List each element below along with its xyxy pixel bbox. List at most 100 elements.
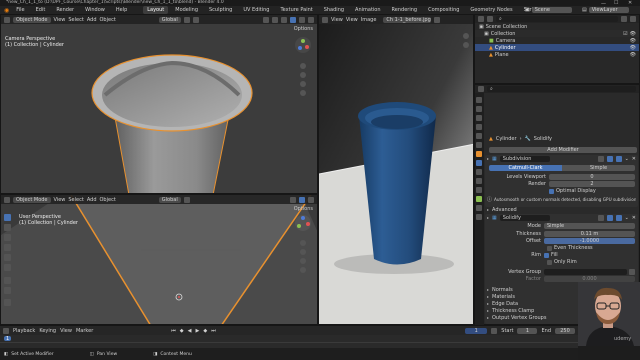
output-vertex-groups-subpanel[interactable]: Output Vertex Groups — [487, 315, 546, 321]
editor-type-icon[interactable] — [478, 16, 484, 22]
fill-checkbox[interactable] — [544, 252, 549, 258]
workspace-tab-shading[interactable]: Shading — [320, 6, 348, 14]
world-tab-icon[interactable] — [476, 142, 482, 148]
pin-icon[interactable] — [434, 16, 441, 23]
jump-start-icon[interactable]: ⏮ — [171, 328, 176, 334]
output-tab-icon[interactable] — [476, 115, 482, 121]
object-tab-icon[interactable] — [476, 151, 482, 157]
image-editor[interactable]: View View Image Ch 1-1_before.jpg — [318, 14, 474, 325]
physics-tab-icon[interactable] — [476, 178, 482, 184]
viewport-toggle-icon[interactable] — [606, 215, 613, 221]
shading-material-icon[interactable] — [299, 16, 305, 23]
data-tab-icon[interactable] — [476, 196, 482, 202]
outliner-row[interactable]: ▣ Scene Collection — [475, 23, 639, 30]
view-layer-tab-icon[interactable] — [476, 124, 482, 130]
modifier-tab-icon[interactable] — [476, 160, 482, 166]
menu-view-2[interactable]: View — [346, 17, 358, 23]
editor-type-icon[interactable] — [478, 86, 484, 92]
display-mode-icon[interactable] — [487, 16, 493, 22]
scale-tool-icon[interactable] — [4, 254, 11, 261]
menu-view[interactable]: View — [331, 17, 343, 23]
menu-add[interactable]: Add — [87, 197, 97, 203]
viewport-bottom-left[interactable]: Object Mode View Select Add Object Globa… — [0, 194, 318, 325]
eye-icon[interactable]: 👁 — [630, 45, 636, 51]
invert-icon[interactable] — [629, 269, 635, 275]
overlay-icon[interactable] — [272, 16, 278, 23]
mode-dropdown[interactable]: Object Mode — [13, 196, 51, 203]
editmode-toggle-icon[interactable] — [597, 215, 604, 221]
menu-edit[interactable]: Edit — [32, 6, 50, 14]
filter-icon[interactable] — [621, 16, 627, 22]
overlay-icon[interactable] — [290, 196, 296, 203]
measure-tool-icon[interactable] — [4, 287, 11, 294]
shading-solid-icon[interactable] — [290, 16, 296, 23]
shading-solid-icon[interactable] — [299, 196, 305, 203]
clock-icon[interactable] — [491, 327, 498, 334]
menu-image[interactable]: Image — [361, 17, 377, 23]
even-thickness-checkbox[interactable] — [547, 245, 552, 251]
properties-search[interactable]: ⌕ — [487, 86, 636, 92]
outliner-row[interactable]: ▣ Collection ☑ 👁 — [475, 30, 639, 37]
navigation-gizmo[interactable] — [295, 37, 311, 53]
edge-data-subpanel[interactable]: Edge Data — [487, 301, 518, 307]
xray-icon[interactable] — [281, 16, 287, 23]
camera-view-icon[interactable] — [300, 81, 306, 87]
menu-render[interactable]: Render — [52, 6, 78, 14]
options-dropdown[interactable]: Options — [294, 206, 313, 212]
pan-icon[interactable] — [463, 42, 469, 48]
add-modifier-button[interactable]: Add Modifier — [489, 147, 637, 153]
subdivision-header[interactable]: ▦ Subdivision ⌄ ✕ — [485, 155, 638, 163]
eye-icon[interactable]: 👁 — [630, 31, 636, 37]
rotate-tool-icon[interactable] — [4, 244, 11, 251]
particles-tab-icon[interactable] — [476, 169, 482, 175]
workspace-tab-geometry-nodes[interactable]: Geometry Nodes — [466, 6, 516, 14]
menu-add[interactable]: Add — [87, 17, 97, 23]
workspace-tab-rendering[interactable]: Rendering — [388, 6, 422, 14]
editor-type-icon[interactable] — [3, 327, 9, 334]
optimal-display-checkbox[interactable] — [549, 188, 554, 194]
cursor-tool-icon[interactable] — [4, 224, 11, 231]
play-reverse-icon[interactable]: ◀ — [188, 328, 192, 334]
new-collection-icon[interactable] — [630, 16, 636, 22]
tab-catmull-clark[interactable]: Catmull-Clark — [489, 165, 562, 171]
image-name-field[interactable]: Ch 1-1_before.jpg — [383, 16, 432, 23]
vertex-group-field[interactable] — [544, 269, 627, 275]
workspace-tab-texture-paint[interactable]: Texture Paint — [276, 6, 316, 14]
thickness-field[interactable]: 0.11 m — [544, 231, 635, 237]
pan-icon[interactable] — [300, 72, 306, 78]
outliner-row[interactable]: ▲ Plane 👁 — [475, 51, 639, 58]
render-toggle-icon[interactable] — [615, 156, 622, 162]
play-icon[interactable]: ▶ — [196, 328, 200, 334]
materials-subpanel[interactable]: Materials — [487, 294, 515, 300]
render-levels-field[interactable]: 2 — [549, 181, 635, 187]
workspace-tab-layout[interactable]: Layout — [143, 6, 169, 14]
advanced-subpanel[interactable]: Advanced — [487, 207, 517, 213]
perspective-toggle-icon[interactable] — [300, 267, 306, 273]
menu-playback[interactable]: Playback — [13, 328, 35, 334]
editor-type-icon[interactable] — [4, 16, 10, 23]
menu-view[interactable]: View — [54, 17, 66, 23]
menu-object[interactable]: Object — [100, 17, 116, 23]
add-cube-tool-icon[interactable] — [4, 299, 11, 306]
workspace-tab-modeling[interactable]: Modeling — [171, 6, 202, 14]
texture-tab-icon[interactable] — [476, 214, 482, 220]
dropdown-icon[interactable]: ⌄ — [625, 215, 629, 221]
shading-material-icon[interactable] — [308, 196, 314, 203]
editor-type-icon[interactable] — [322, 16, 328, 23]
options-dropdown[interactable]: Options — [294, 26, 313, 32]
camera-view-icon[interactable] — [300, 258, 306, 264]
editmode-toggle-icon[interactable] — [597, 156, 604, 162]
outliner-row[interactable]: ■ Camera 👁 — [475, 37, 639, 44]
pan-icon[interactable] — [300, 249, 306, 255]
perspective-toggle-icon[interactable] — [300, 90, 306, 96]
eye-icon[interactable]: 👁 — [630, 52, 636, 58]
end-frame-field[interactable]: 250 — [555, 327, 575, 334]
proportional-icon[interactable] — [192, 16, 199, 23]
render-tab-icon[interactable] — [476, 106, 482, 112]
offset-field[interactable]: -1.0000 — [544, 238, 635, 244]
orientation-dropdown[interactable]: Global — [158, 196, 181, 203]
jump-end-icon[interactable]: ⏭ — [211, 328, 216, 334]
close-icon[interactable]: ✕ — [632, 156, 636, 162]
eye-icon[interactable]: 👁 — [630, 38, 636, 44]
tab-simple[interactable]: Simple — [562, 165, 635, 171]
